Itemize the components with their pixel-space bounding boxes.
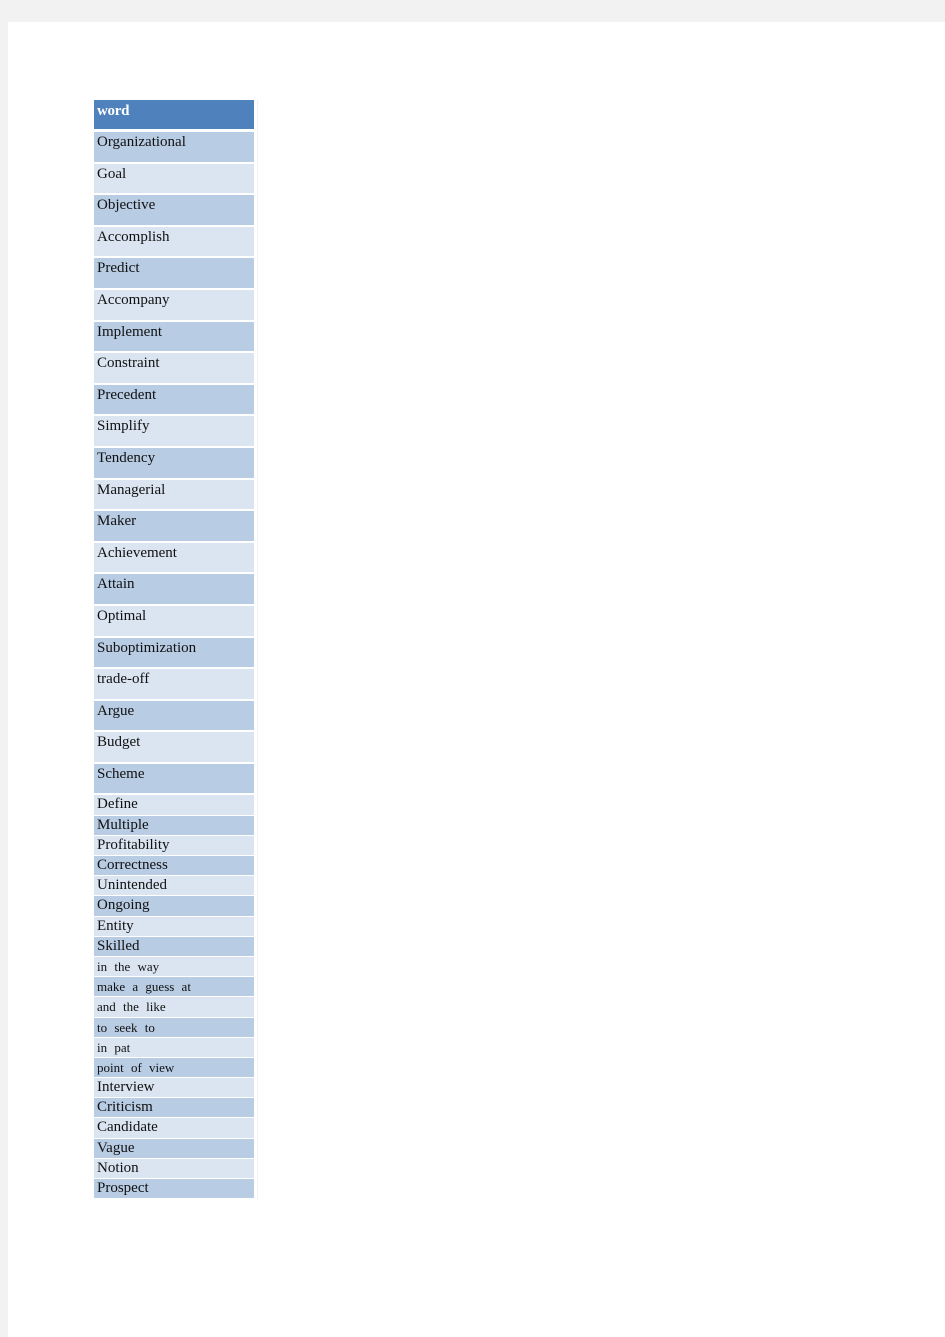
document-page: word Organizational Goal Objective Accompli… bbox=[8, 22, 945, 1337]
table-row: Attain bbox=[94, 574, 254, 606]
table-row: Criticism bbox=[94, 1098, 254, 1119]
table-row: Notion bbox=[94, 1158, 254, 1180]
table-row: Accompany bbox=[94, 289, 254, 322]
table-row: Unintended bbox=[94, 876, 254, 897]
table-row: Organizational bbox=[94, 132, 254, 164]
table-row: Candidate bbox=[94, 1118, 254, 1139]
table-row: Precedent bbox=[94, 384, 254, 417]
table-row: Maker bbox=[94, 511, 254, 543]
table-row: Argue bbox=[94, 700, 254, 733]
table-row: make a guess at bbox=[94, 977, 254, 998]
table-row: Profitability bbox=[94, 835, 254, 857]
table-row: Goal bbox=[94, 163, 254, 196]
table-header-word: word bbox=[94, 100, 254, 129]
table-row: Entity bbox=[94, 916, 254, 937]
table-row: Prospect bbox=[94, 1179, 254, 1200]
table-body: Organizational Goal Objective Accomplish Pre… bbox=[94, 132, 254, 1200]
table-edge bbox=[257, 100, 258, 1200]
table-row: trade-off bbox=[94, 669, 254, 701]
table-row: Define bbox=[94, 795, 254, 816]
table-row: and the like bbox=[94, 997, 254, 1018]
table-row: point of view bbox=[94, 1057, 254, 1079]
table-row: Tendency bbox=[94, 447, 254, 480]
table-row: Scheme bbox=[94, 763, 254, 796]
table-row: Predict bbox=[94, 258, 254, 290]
table-row: Multiple bbox=[94, 815, 254, 836]
table-row: Budget bbox=[94, 732, 254, 764]
table-row: Correctness bbox=[94, 856, 254, 877]
table-row: Managerial bbox=[94, 479, 254, 512]
table-row: in pat bbox=[94, 1037, 254, 1058]
table-row: Achievement bbox=[94, 542, 254, 575]
table-row: Vague bbox=[94, 1138, 254, 1159]
table-row: Accomplish bbox=[94, 226, 254, 259]
table-row: Optimal bbox=[94, 605, 254, 638]
word-table: word Organizational Goal Objective Accompli… bbox=[94, 100, 258, 1200]
table-row: Objective bbox=[94, 195, 254, 227]
table-row: to seek to bbox=[94, 1017, 254, 1038]
table-row: Skilled bbox=[94, 936, 254, 957]
table-row: in the way bbox=[94, 956, 254, 978]
table-row: Implement bbox=[94, 321, 254, 354]
table-row: Interview bbox=[94, 1078, 254, 1099]
table-row: Simplify bbox=[94, 416, 254, 448]
table-row: Suboptimization bbox=[94, 637, 254, 670]
table-row: Constraint bbox=[94, 353, 254, 385]
table-row: Ongoing bbox=[94, 896, 254, 917]
